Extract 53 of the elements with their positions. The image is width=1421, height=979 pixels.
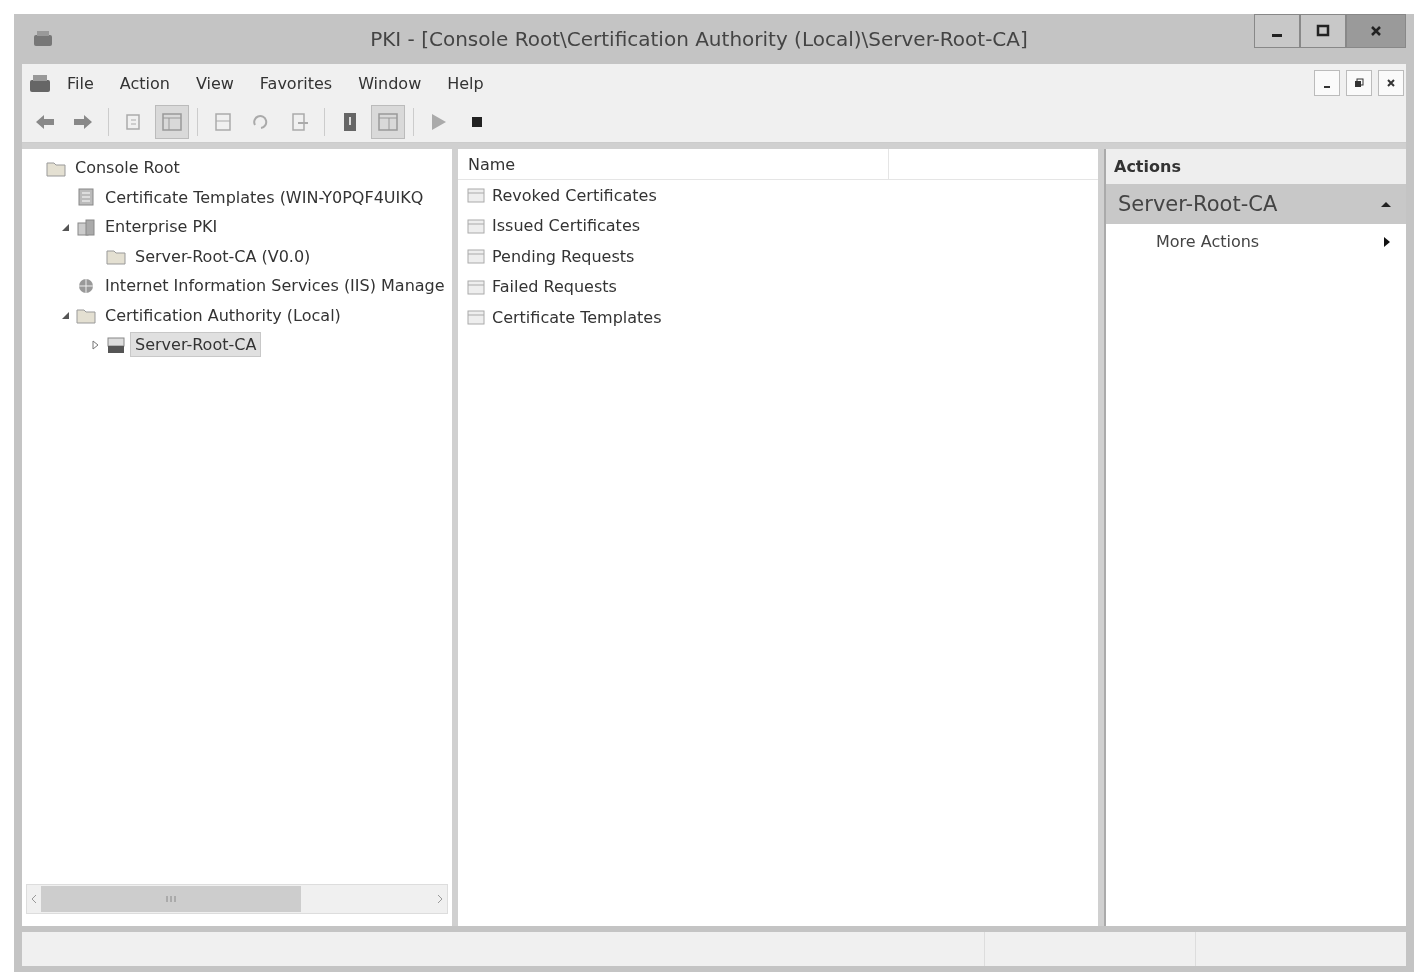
close-button[interactable] (1378, 70, 1404, 96)
pane-layout-icon (161, 111, 183, 133)
grip-icon (165, 895, 177, 903)
tree-item[interactable]: Internet Information Services (IIS) Manage (100, 273, 450, 299)
minimize-icon (1272, 33, 1282, 37)
menu-item[interactable]: Window (347, 71, 433, 95)
column-header[interactable]: Name (458, 149, 889, 179)
menu-item[interactable]: File (56, 71, 105, 95)
scrollbar-thumb[interactable] (41, 886, 301, 912)
globe-icon (76, 276, 96, 295)
tree-item[interactable]: Enterprise PKI (100, 214, 223, 240)
window-title: PKI - [Console Root\Certification Authority (Local)\Server-Root-CA] (369, 27, 1029, 51)
console-icon (28, 72, 52, 94)
restore-button[interactable] (1346, 70, 1372, 96)
menu-item[interactable]: Favorites (248, 71, 344, 95)
collapse-arrow-icon[interactable] (60, 310, 70, 321)
list-item[interactable]: Certificate Templates (492, 307, 662, 327)
expand-arrow-icon[interactable] (90, 339, 100, 350)
folder-icon (466, 277, 486, 296)
minimize-icon (1324, 86, 1330, 88)
folder-icon (466, 308, 486, 327)
tree-item[interactable]: Certificate Templates (WIN-Y0PQF4UIKQ (100, 184, 429, 210)
restore-icon (1354, 78, 1364, 88)
maximize-icon (1315, 23, 1331, 39)
action-link[interactable]: More Actions (1156, 232, 1260, 251)
close-icon (1386, 78, 1396, 88)
tree-item[interactable]: Server-Root-CA (130, 332, 262, 358)
folder-icon (466, 247, 486, 266)
pane-layout-icon (377, 111, 399, 133)
folder-icon (466, 216, 486, 235)
tree-item[interactable]: Server-Root-CA (V0.0) (130, 243, 316, 269)
list-item[interactable]: Pending Requests (492, 246, 635, 266)
folder-icon (106, 247, 126, 266)
document-icon (76, 188, 96, 207)
menu-item[interactable]: View (184, 71, 245, 95)
minimize-button[interactable] (1314, 70, 1340, 96)
maximize-button[interactable] (1300, 14, 1346, 48)
building-icon (76, 217, 96, 236)
folder-icon (76, 306, 96, 325)
server-icon (106, 335, 126, 354)
list-item[interactable]: Revoked Certificates (492, 185, 657, 205)
console-icon (32, 30, 54, 48)
menu-item[interactable]: Help (436, 71, 495, 95)
list-item[interactable]: Failed Requests (492, 277, 617, 297)
actions-section-header[interactable]: Server-Root-CA (1106, 184, 1406, 224)
properties-icon (212, 111, 234, 133)
tree-item[interactable]: Console Root (70, 155, 185, 181)
folder-icon (466, 186, 486, 205)
menu-item[interactable]: Action (108, 71, 181, 95)
list-item[interactable]: Issued Certificates (492, 216, 641, 236)
horizontal-scrollbar[interactable] (26, 884, 448, 914)
tree-item[interactable]: Certification Authority (Local) (100, 302, 346, 328)
actions-header: Actions (1106, 149, 1406, 184)
